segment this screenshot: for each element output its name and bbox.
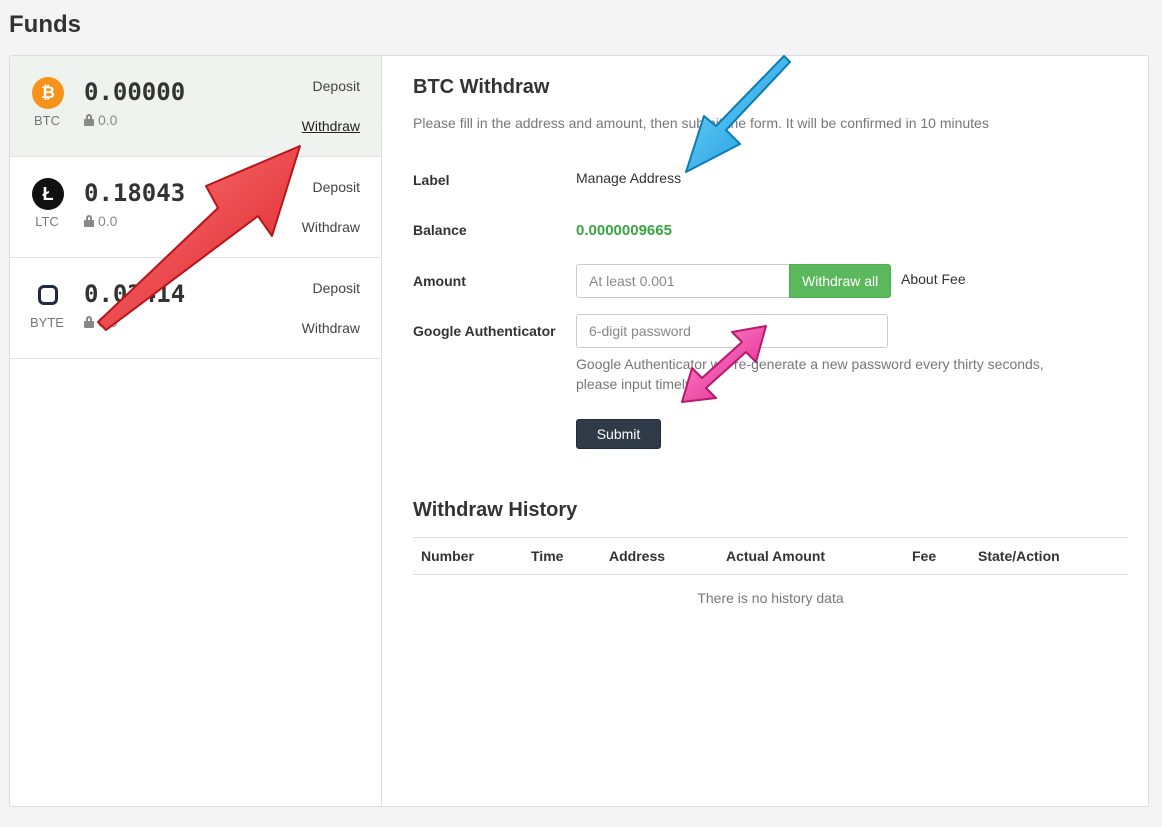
coin-symbol: BTC bbox=[34, 113, 60, 128]
locked-amount: 0.0 bbox=[98, 314, 118, 330]
column-header: Address bbox=[601, 537, 718, 575]
withdraw-all-button[interactable]: Withdraw all bbox=[789, 264, 892, 298]
coin-locked: 0.0 bbox=[84, 314, 117, 330]
bitcoin-icon: ₿ bbox=[32, 77, 64, 109]
about-fee-link[interactable]: About Fee bbox=[901, 271, 966, 287]
withdraw-link-byte[interactable]: Withdraw bbox=[302, 320, 360, 336]
coin-locked: 0.0 bbox=[84, 112, 117, 128]
coin-balance: 0.18043 bbox=[84, 179, 186, 207]
locked-amount: 0.0 bbox=[98, 213, 118, 229]
column-header: Number bbox=[413, 537, 523, 575]
coin-symbol: BYTE bbox=[30, 315, 64, 330]
withdraw-link-btc[interactable]: Withdraw bbox=[302, 118, 360, 134]
column-header: Time bbox=[523, 537, 601, 575]
label-field-label: Label bbox=[413, 172, 450, 188]
amount-input-group: Withdraw all bbox=[576, 264, 892, 298]
form-title: BTC Withdraw bbox=[413, 76, 550, 98]
history-table: Number Time Address Actual Amount Fee St… bbox=[413, 537, 1128, 621]
coin-symbol: LTC bbox=[35, 214, 59, 229]
withdraw-link-ltc[interactable]: Withdraw bbox=[302, 219, 360, 235]
history-title: Withdraw History bbox=[413, 499, 578, 521]
ga-help-text: Google Authenticator will re-generate a … bbox=[576, 356, 1044, 392]
byteball-icon bbox=[32, 279, 64, 311]
coin-row-byte[interactable]: BYTE 0.02414 0.0 Deposit Withdraw bbox=[10, 258, 381, 359]
coin-list: ₿ BTC 0.00000 0.0 Deposit Withdraw Ł LTC… bbox=[10, 56, 389, 806]
table-row: There is no history data bbox=[413, 575, 1128, 621]
coin-balance: 0.00000 bbox=[84, 78, 186, 106]
page-title: Funds bbox=[9, 11, 81, 38]
active-pointer bbox=[381, 119, 389, 135]
funds-card: ₿ BTC 0.00000 0.0 Deposit Withdraw Ł LTC… bbox=[9, 55, 1149, 807]
amount-label: Amount bbox=[413, 273, 466, 289]
history-header-row: Number Time Address Actual Amount Fee St… bbox=[413, 537, 1128, 575]
locked-amount: 0.0 bbox=[98, 112, 118, 128]
column-header: Fee bbox=[904, 537, 970, 575]
lock-icon bbox=[84, 114, 94, 126]
manage-address-link[interactable]: Manage Address bbox=[576, 170, 681, 186]
deposit-link-byte[interactable]: Deposit bbox=[313, 280, 360, 296]
ga-label: Google Authenticator bbox=[413, 323, 556, 339]
withdraw-panel: BTC Withdraw Please fill in the address … bbox=[413, 56, 1133, 806]
empty-history-message: There is no history data bbox=[697, 589, 844, 606]
google-authenticator-input[interactable] bbox=[576, 314, 888, 348]
coin-locked: 0.0 bbox=[84, 213, 117, 229]
column-header: State/Action bbox=[970, 537, 1128, 575]
deposit-link-btc[interactable]: Deposit bbox=[313, 78, 360, 94]
lock-icon bbox=[84, 316, 94, 328]
balance-label: Balance bbox=[413, 222, 467, 238]
amount-input[interactable] bbox=[576, 264, 789, 298]
coin-row-btc[interactable]: ₿ BTC 0.00000 0.0 Deposit Withdraw bbox=[10, 56, 389, 157]
submit-button[interactable]: Submit bbox=[576, 419, 661, 449]
lock-icon bbox=[84, 215, 94, 227]
balance-value: 0.0000009665 bbox=[576, 222, 672, 239]
column-header: Actual Amount bbox=[718, 537, 904, 575]
form-hint: Please fill in the address and amount, t… bbox=[413, 115, 989, 131]
coin-row-ltc[interactable]: Ł LTC 0.18043 0.0 Deposit Withdraw bbox=[10, 157, 381, 258]
coin-balance: 0.02414 bbox=[84, 280, 186, 308]
litecoin-icon: Ł bbox=[32, 178, 64, 210]
deposit-link-ltc[interactable]: Deposit bbox=[313, 179, 360, 195]
